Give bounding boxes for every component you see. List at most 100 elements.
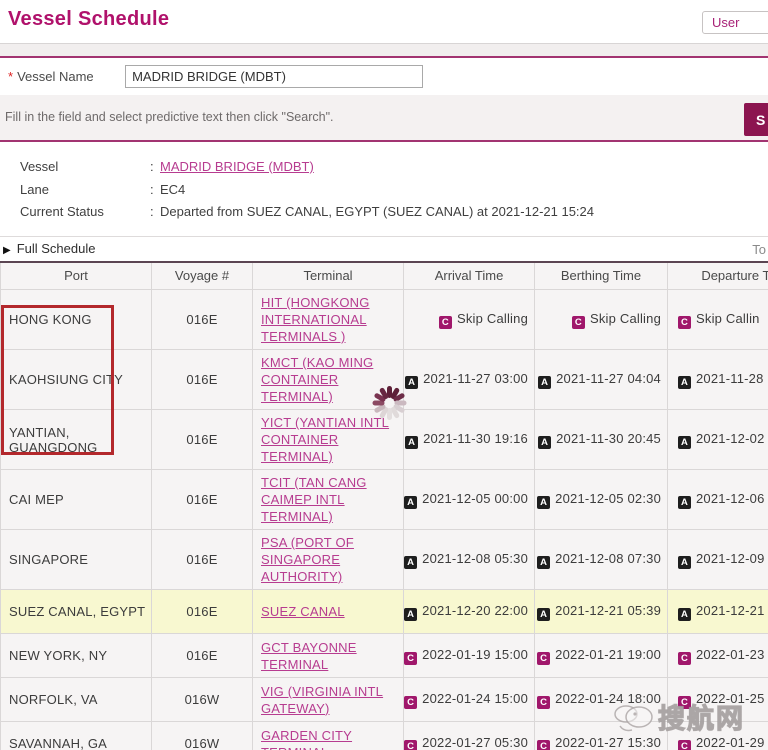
berthing-cell: A2021-12-08 07:30 <box>535 530 668 590</box>
info-row-current-status: Current Status : Departed from SUEZ CANA… <box>20 201 768 224</box>
arrival-cell: C2022-01-27 05:30 <box>404 722 535 750</box>
port-cell: KAOHSIUNG CITY <box>1 350 152 410</box>
lane-value: EC4 <box>160 179 185 202</box>
status-flag-icon: C <box>572 316 585 329</box>
berthing-cell: A 2021-12-21 05:39 <box>535 590 668 634</box>
port-cell: SUEZ CANAL, EGYPT <box>1 590 152 634</box>
terminal-cell: HIT (HONGKONG INTERNATIONAL TERMINALS ) <box>253 290 404 350</box>
arrival-cell: C2022-01-19 15:00 <box>404 634 535 678</box>
arrival-time-text: 2021-12-20 22:00 <box>422 603 528 618</box>
departure-cell: C2022-01-25 2 <box>668 678 768 722</box>
full-schedule-bar: ▶Full Schedule To <box>0 237 768 261</box>
vessel-name-input[interactable] <box>125 65 423 88</box>
terminal-link[interactable]: GARDEN CITY TERMINAL <box>261 728 352 750</box>
voyage-cell: 016E <box>152 410 253 470</box>
status-flag-icon: A <box>537 608 550 621</box>
terminal-link[interactable]: VIG (VIRGINIA INTL GATEWAY) <box>261 684 383 716</box>
departure-time-text: 2021-12-02 2 <box>696 431 768 446</box>
arrival-time-text: 2021-11-27 03:00 <box>423 371 528 386</box>
caret-right-icon: ▶ <box>3 245 11 256</box>
vessel-name-label: Vessel Name <box>17 69 117 84</box>
status-flag-icon: C <box>537 696 550 709</box>
status-flag-icon: A <box>404 556 417 569</box>
terminal-cell: SUEZ CANAL <box>253 590 404 634</box>
arrival-cell: CSkip Calling <box>404 290 535 350</box>
berthing-time-text: 2021-11-30 20:45 <box>556 431 661 446</box>
status-flag-icon: C <box>404 696 417 709</box>
voyage-cell: 016E <box>152 290 253 350</box>
status-flag-icon: A <box>537 556 550 569</box>
berthing-cell: A2021-11-30 20:45 <box>535 410 668 470</box>
search-button[interactable]: S <box>744 103 768 136</box>
port-cell: YANTIAN, GUANGDONG <box>1 410 152 470</box>
berthing-time-text: 2021-12-21 05:39 <box>555 603 661 618</box>
arrival-time-text: 2021-12-05 00:00 <box>422 491 528 506</box>
berthing-cell: A 2021-12-05 02:30 <box>535 470 668 530</box>
arrival-time-text: 2022-01-27 05:30 <box>422 735 528 750</box>
full-schedule-toggle[interactable]: ▶Full Schedule <box>3 241 95 256</box>
terminal-cell: TCIT (TAN CANG CAIMEP INTL TERMINAL) <box>253 470 404 530</box>
berthing-time-text: Skip Calling <box>590 311 661 326</box>
status-flag-icon: A <box>678 436 691 449</box>
status-flag-icon: C <box>678 740 691 750</box>
terminal-link[interactable]: HIT (HONGKONG INTERNATIONAL TERMINALS ) <box>261 295 370 344</box>
table-row: NORFOLK, VA 016W VIG (VIRGINIA INTL GATE… <box>1 678 768 722</box>
table-header-row: Port Voyage # Terminal Arrival Time Bert… <box>1 262 768 290</box>
terminal-link[interactable]: TCIT (TAN CANG CAIMEP INTL TERMINAL) <box>261 475 367 524</box>
berthing-cell: C2022-01-21 19:00 <box>535 634 668 678</box>
col-header-voyage: Voyage # <box>152 262 253 290</box>
berthing-cell: A2021-11-27 04:04 <box>535 350 668 410</box>
terminal-link[interactable]: SUEZ CANAL <box>261 604 345 619</box>
arrival-cell: C 2022-01-24 15:00 <box>404 678 535 722</box>
colon: : <box>150 201 160 224</box>
arrival-time-text: 2022-01-24 15:00 <box>422 691 528 706</box>
status-flag-icon: C <box>678 652 691 665</box>
col-header-port: Port <box>1 262 152 290</box>
current-status-value: Departed from SUEZ CANAL, EGYPT (SUEZ CA… <box>160 201 594 224</box>
vessel-search-form: * Vessel Name <box>0 58 768 95</box>
departure-cell: A2021-12-21 15 <box>668 590 768 634</box>
status-flag-icon: A <box>537 496 550 509</box>
berthing-cell: C 2022-01-24 18:00 <box>535 678 668 722</box>
arrival-cell: A 2021-12-05 00:00 <box>404 470 535 530</box>
info-row-vessel: Vessel : MADRID BRIDGE (MDBT) <box>20 156 768 179</box>
user-button[interactable]: User <box>702 11 768 34</box>
berthing-time-text: 2021-12-05 02:30 <box>555 491 661 506</box>
departure-cell: C2022-01-23 0 <box>668 634 768 678</box>
port-cell: HONG KONG <box>1 290 152 350</box>
arrival-cell: A2021-12-08 05:30 <box>404 530 535 590</box>
status-flag-icon: C <box>537 652 550 665</box>
current-status-label: Current Status <box>20 201 150 224</box>
departure-cell: A2021-11-28 2 <box>668 350 768 410</box>
berthing-cell: C Skip Calling <box>535 290 668 350</box>
terminal-cell: GARDEN CITY TERMINAL <box>253 722 404 750</box>
terminal-cell: PSA (PORT OF SINGAPORE AUTHORITY) <box>253 530 404 590</box>
departure-cell: A2021-12-06 16 <box>668 470 768 530</box>
required-asterisk: * <box>8 69 13 84</box>
status-flag-icon: A <box>404 608 417 621</box>
vessel-link[interactable]: MADRID BRIDGE (MDBT) <box>160 156 314 179</box>
port-cell: NEW YORK, NY <box>1 634 152 678</box>
arrival-time-text: 2021-11-30 19:16 <box>423 431 528 446</box>
berthing-time-text: 2022-01-24 18:00 <box>555 691 661 706</box>
vessel-info-panel: Vessel : MADRID BRIDGE (MDBT) Lane : EC4… <box>0 142 768 236</box>
arrival-time-text: 2022-01-19 15:00 <box>422 647 528 662</box>
voyage-cell: 016E <box>152 530 253 590</box>
vessel-label: Vessel <box>20 156 150 179</box>
voyage-cell: 016E <box>152 470 253 530</box>
table-row: NEW YORK, NY 016E GCT BAYONNE TERMINAL C… <box>1 634 768 678</box>
status-flag-icon: A <box>404 496 417 509</box>
page-header: Vessel Schedule User <box>0 0 768 43</box>
terminal-link[interactable]: PSA (PORT OF SINGAPORE AUTHORITY) <box>261 535 354 584</box>
departure-time-text: 2021-12-09 0 <box>696 551 768 566</box>
terminal-cell: VIG (VIRGINIA INTL GATEWAY) <box>253 678 404 722</box>
table-row: CAI MEP 016E TCIT (TAN CANG CAIMEP INTL … <box>1 470 768 530</box>
table-row: SINGAPORE 016E PSA (PORT OF SINGAPORE AU… <box>1 530 768 590</box>
terminal-link[interactable]: GCT BAYONNE TERMINAL <box>261 640 357 672</box>
colon: : <box>150 156 160 179</box>
departure-time-text: 2021-12-21 15 <box>696 603 768 618</box>
status-flag-icon: C <box>439 316 452 329</box>
arrival-cell: A 2021-12-20 22:00 <box>404 590 535 634</box>
voyage-cell: 016E <box>152 350 253 410</box>
voyage-cell: 016E <box>152 634 253 678</box>
